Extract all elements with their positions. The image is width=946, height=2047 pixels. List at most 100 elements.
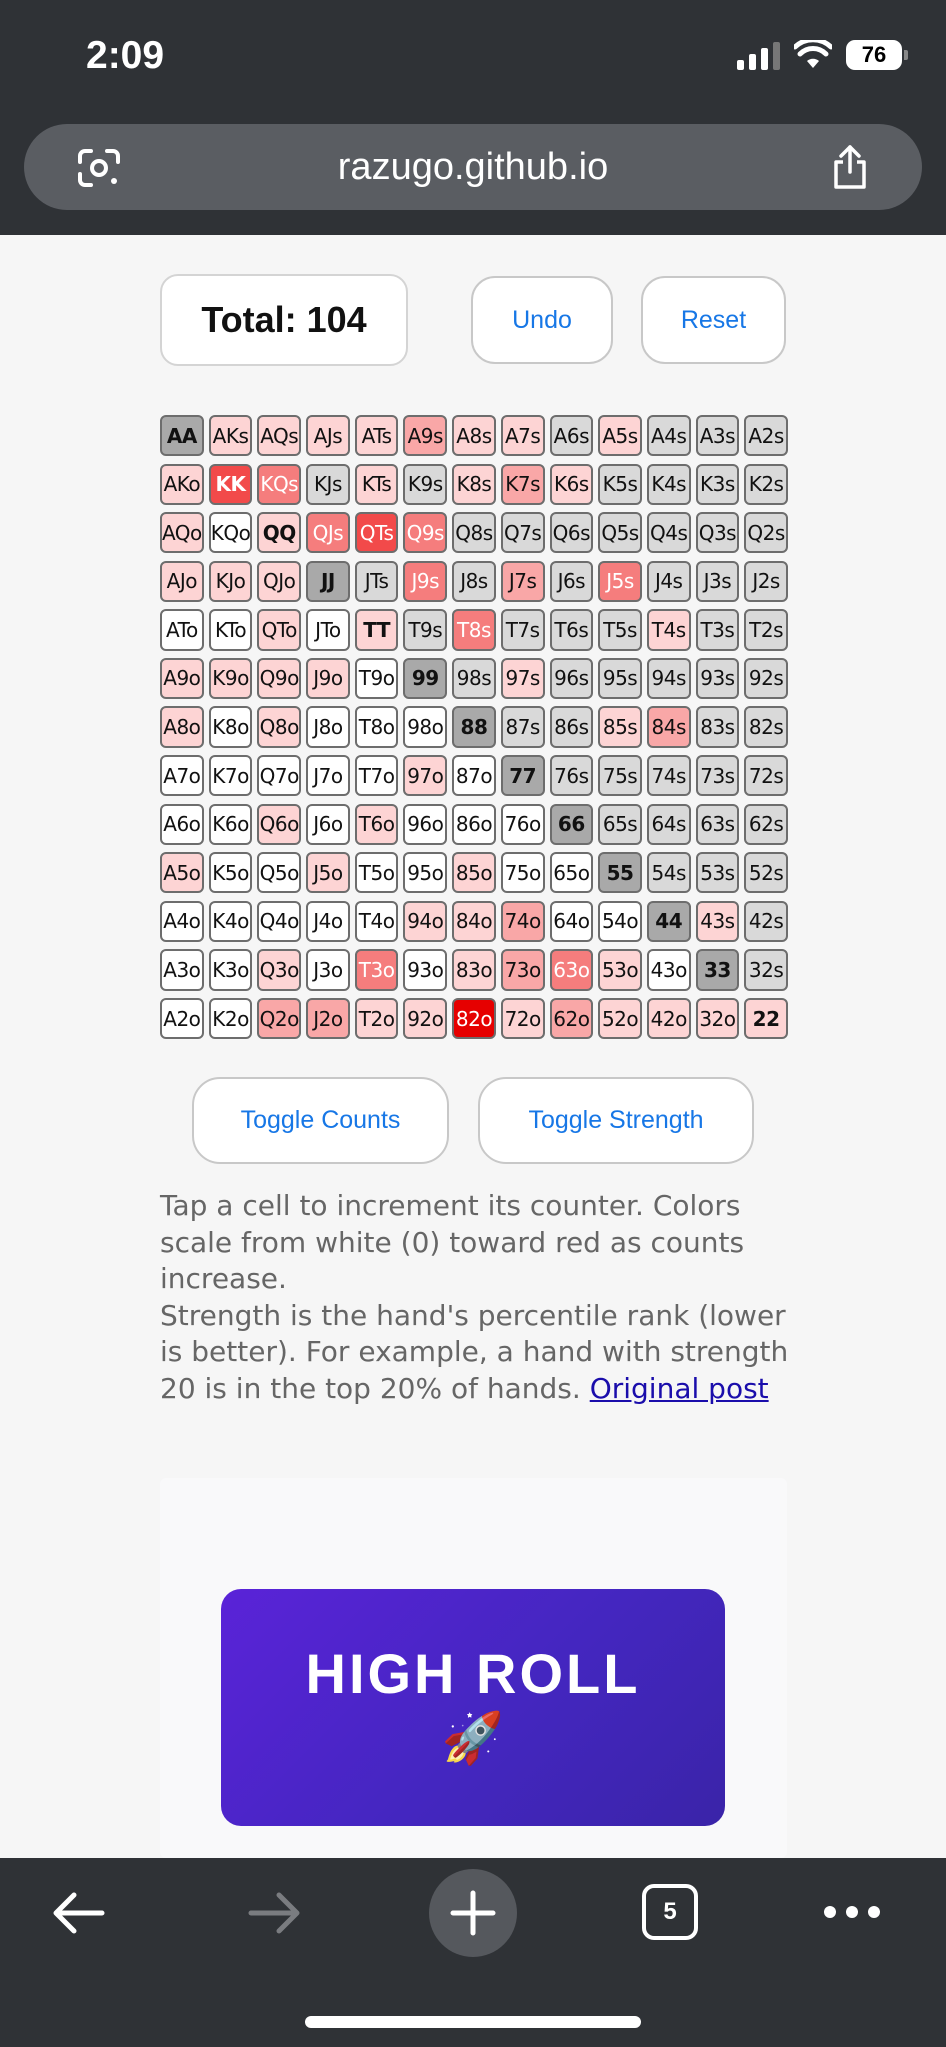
hand-cell-22[interactable]: 22 [744,997,788,1040]
hand-cell-a4s[interactable]: A4s [646,415,691,457]
hand-cell-q6o[interactable]: Q6o [257,803,302,845]
hand-cell-q7s[interactable]: Q7s [500,512,545,554]
hand-cell-92o[interactable]: 92o [403,997,448,1040]
hand-cell-q8s[interactable]: Q8s [452,512,496,554]
hand-cell-ako[interactable]: AKo [160,463,204,505]
hand-cell-94s[interactable]: 94s [646,657,691,700]
hand-cell-63o[interactable]: 63o [549,949,594,991]
hand-cell-j8s[interactable]: J8s [452,560,496,602]
hand-cell-76s[interactable]: 76s [549,755,594,797]
hand-cell-q9s[interactable]: Q9s [403,512,448,554]
hand-cell-88[interactable]: 88 [452,706,496,748]
hand-cell-ats[interactable]: ATs [354,415,399,457]
hand-cell-87s[interactable]: 87s [500,706,545,748]
hand-cell-t7o[interactable]: T7o [354,755,399,797]
hand-cell-kjo[interactable]: KJo [208,560,253,602]
hand-cell-t8s[interactable]: T8s [452,609,496,651]
hand-cell-aa[interactable]: AA [160,415,204,457]
hand-cell-t2o[interactable]: T2o [354,997,399,1040]
hand-cell-j9s[interactable]: J9s [403,560,448,602]
hand-cell-99[interactable]: 99 [403,657,448,700]
hand-cell-95o[interactable]: 95o [403,852,448,894]
hand-cell-j9o[interactable]: J9o [306,657,350,700]
hand-cell-j7o[interactable]: J7o [306,755,350,797]
hand-cell-t5o[interactable]: T5o [354,852,399,894]
hand-cell-62o[interactable]: 62o [549,997,594,1040]
hand-cell-t3o[interactable]: T3o [354,949,399,991]
hand-cell-t4o[interactable]: T4o [354,900,399,942]
hand-cell-k8s[interactable]: K8s [452,463,496,505]
hand-cell-jts[interactable]: JTs [354,560,399,602]
original-post-link[interactable]: Original post [590,1372,769,1405]
more-menu-icon[interactable] [824,1906,880,1918]
hand-cell-ato[interactable]: ATo [160,609,204,651]
hand-cell-kk[interactable]: KK [208,463,253,505]
toggle-counts-button[interactable]: Toggle Counts [192,1077,449,1164]
hand-cell-qq[interactable]: QQ [257,512,302,554]
hand-cell-a2o[interactable]: A2o [160,997,204,1040]
hand-cell-65o[interactable]: 65o [549,852,594,894]
hand-cell-j6s[interactable]: J6s [549,560,594,602]
hand-cell-86s[interactable]: 86s [549,706,594,748]
hand-cell-t2s[interactable]: T2s [744,609,788,651]
hand-cell-92s[interactable]: 92s [744,657,788,700]
hand-cell-77[interactable]: 77 [500,755,545,797]
hand-cell-q6s[interactable]: Q6s [549,512,594,554]
hand-cell-ajo[interactable]: AJo [160,560,204,602]
hand-cell-k4s[interactable]: K4s [646,463,691,505]
hand-cell-86o[interactable]: 86o [452,803,496,845]
hand-cell-aqs[interactable]: AQs [257,415,302,457]
hand-cell-96o[interactable]: 96o [403,803,448,845]
hand-cell-jto[interactable]: JTo [306,609,350,651]
hand-cell-k9s[interactable]: K9s [403,463,448,505]
hand-cell-a5o[interactable]: A5o [160,852,204,894]
undo-button[interactable]: Undo [471,276,613,364]
hand-cell-k8o[interactable]: K8o [208,706,253,748]
hand-cell-82o[interactable]: 82o [452,997,496,1040]
hand-cell-k7o[interactable]: K7o [208,755,253,797]
hand-cell-42s[interactable]: 42s [744,900,788,942]
hand-cell-j6o[interactable]: J6o [306,803,350,845]
hand-cell-q2o[interactable]: Q2o [257,997,302,1040]
hand-cell-jj[interactable]: JJ [306,560,350,602]
hand-cell-kqs[interactable]: KQs [257,463,302,505]
hand-cell-64o[interactable]: 64o [549,900,594,942]
hand-cell-k5s[interactable]: K5s [598,463,642,505]
hand-cell-t4s[interactable]: T4s [646,609,691,651]
hand-cell-t6s[interactable]: T6s [549,609,594,651]
hand-cell-54s[interactable]: 54s [646,852,691,894]
share-icon[interactable] [830,144,870,190]
hand-cell-q5s[interactable]: Q5s [598,512,642,554]
hand-cell-96s[interactable]: 96s [549,657,594,700]
hand-cell-53o[interactable]: 53o [598,949,642,991]
reset-button[interactable]: Reset [641,276,786,364]
hand-cell-98o[interactable]: 98o [403,706,448,748]
hand-cell-k6s[interactable]: K6s [549,463,594,505]
hand-cell-73s[interactable]: 73s [695,755,740,797]
hand-cell-73o[interactable]: 73o [500,949,545,991]
hand-cell-53s[interactable]: 53s [695,852,740,894]
hand-cell-a6s[interactable]: A6s [549,415,594,457]
hand-cell-a8o[interactable]: A8o [160,706,204,748]
hand-cell-66[interactable]: 66 [549,803,594,845]
hand-cell-k3o[interactable]: K3o [208,949,253,991]
hand-cell-q4s[interactable]: Q4s [646,512,691,554]
hand-cell-85s[interactable]: 85s [598,706,642,748]
hand-cell-a2s[interactable]: A2s [744,415,788,457]
hand-cell-qjs[interactable]: QJs [306,512,350,554]
hand-cell-a3s[interactable]: A3s [695,415,740,457]
hand-cell-t6o[interactable]: T6o [354,803,399,845]
new-tab-button[interactable] [429,1869,517,1957]
back-arrow-icon[interactable] [48,1888,108,1938]
hand-cell-74o[interactable]: 74o [500,900,545,942]
hand-cell-k3s[interactable]: K3s [695,463,740,505]
hand-cell-84o[interactable]: 84o [452,900,496,942]
forward-arrow-icon[interactable] [245,1888,305,1938]
hand-cell-t7s[interactable]: T7s [500,609,545,651]
hand-cell-44[interactable]: 44 [646,900,691,942]
hand-cell-j4o[interactable]: J4o [306,900,350,942]
hand-cell-j4s[interactable]: J4s [646,560,691,602]
hand-cell-t9s[interactable]: T9s [403,609,448,651]
hand-cell-kts[interactable]: KTs [354,463,399,505]
hand-cell-q4o[interactable]: Q4o [257,900,302,942]
